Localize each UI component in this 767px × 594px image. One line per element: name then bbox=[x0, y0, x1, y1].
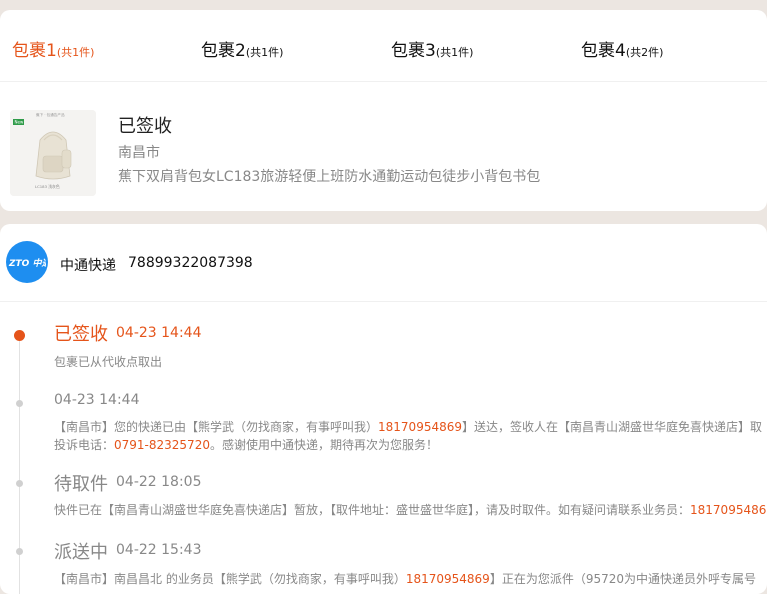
event-desc: 【南昌市】南昌昌北 的业务员【熊学武（勿找商家，有事呼叫我）1817095486… bbox=[54, 569, 756, 589]
desc-text: 】送达，签收人在【南昌青山湖盛世华庭免喜快递店】取 bbox=[462, 420, 763, 434]
event-desc: 包裹已从代收点取出 bbox=[54, 352, 162, 372]
carrier-name: 中通快递 bbox=[60, 258, 116, 274]
thumb-caption-top: 蕉下 · 包通告产品 bbox=[36, 112, 65, 117]
top-strip bbox=[0, 0, 767, 10]
package-tabs: 包裹1(共1件) 包裹2(共1件) 包裹3(共1件) 包裹4(共2件) bbox=[0, 10, 767, 82]
tab-count: (共2件) bbox=[625, 46, 664, 59]
timeline-dot bbox=[16, 400, 23, 407]
timeline-dot bbox=[16, 480, 23, 487]
backpack-image: New 蕉下 · 包通告产品 LC183 浅灰色 bbox=[10, 110, 96, 196]
tab-package-3[interactable]: 包裹3(共1件) bbox=[391, 36, 473, 61]
tab-label: 包裹1 bbox=[12, 41, 57, 61]
desc-text: 】正在为您派件（95720为中通快递员外呼专属号 bbox=[489, 572, 756, 586]
event-status: 已签收 bbox=[54, 324, 108, 345]
desc-text: 。感谢使用中通快递，期待再次为您服务！ bbox=[209, 438, 438, 452]
event-desc: 【南昌市】您的快递已由【熊学武（勿找商家，有事呼叫我）18170954869】送… bbox=[54, 417, 762, 437]
logistics-card: ZTO 中通快递 中通快递 78899322087398 已签收 04-23 1… bbox=[0, 224, 767, 594]
courier-phone[interactable]: 18170954869 bbox=[378, 420, 462, 434]
desc-text: 投诉电话： bbox=[54, 438, 115, 452]
desc-text: 【南昌市】您的快递已由【熊学武（勿找商家，有事呼叫我） bbox=[54, 420, 379, 434]
thumb-caption-bottom: LC183 浅灰色 bbox=[35, 184, 60, 189]
carrier-row: ZTO 中通快递 中通快递 78899322087398 bbox=[0, 224, 767, 302]
event-desc: 快件已在【南昌青山湖盛世华庭免喜快递店】暂放，【取件地址：盛世盛世华庭】，请及时… bbox=[54, 500, 767, 520]
tracking-number[interactable]: 78899322087398 bbox=[128, 255, 253, 271]
event-time: 04-23 14:44 bbox=[116, 325, 202, 341]
event-status: 待取件 bbox=[54, 474, 108, 495]
event-time: 04-22 15:43 bbox=[116, 542, 202, 558]
courier-phone[interactable]: 18170954869 bbox=[406, 572, 490, 586]
timeline-line bbox=[19, 334, 20, 594]
logo-text: ZTO 中通快递 bbox=[8, 258, 46, 269]
delivery-city: 南昌市 bbox=[118, 145, 160, 161]
product-name[interactable]: 蕉下双肩背包女LC183旅游轻便上班防水通勤运动包徒步小背包书包 bbox=[118, 166, 540, 186]
timeline-dot bbox=[16, 548, 23, 555]
event-desc-line2: 投诉电话：0791-82325720。感谢使用中通快递，期待再次为您服务！ bbox=[54, 435, 438, 455]
event-time: 04-23 14:44 bbox=[54, 392, 140, 408]
tab-label: 包裹2 bbox=[201, 41, 246, 61]
package-card: 包裹1(共1件) 包裹2(共1件) 包裹3(共1件) 包裹4(共2件) New … bbox=[0, 10, 767, 211]
event-status: 派送中 bbox=[54, 542, 108, 563]
product-row[interactable]: New 蕉下 · 包通告产品 LC183 浅灰色 已签收 南昌市 蕉下双肩背包女… bbox=[0, 82, 767, 210]
tab-count: (共1件) bbox=[435, 46, 474, 59]
tab-package-4[interactable]: 包裹4(共2件) bbox=[581, 36, 663, 61]
desc-text: 包裹已从代收点取出 bbox=[54, 355, 163, 369]
timeline-dot-active bbox=[14, 330, 25, 341]
tab-count: (共1件) bbox=[245, 46, 284, 59]
delivery-status: 已签收 bbox=[118, 116, 172, 137]
event-time: 04-22 18:05 bbox=[116, 474, 202, 490]
tab-count: (共1件) bbox=[56, 46, 95, 59]
product-thumbnail[interactable]: New 蕉下 · 包通告产品 LC183 浅灰色 bbox=[10, 110, 96, 196]
tab-package-1[interactable]: 包裹1(共1件) bbox=[12, 36, 94, 61]
tab-label: 包裹4 bbox=[581, 41, 626, 61]
tab-package-2[interactable]: 包裹2(共1件) bbox=[201, 36, 283, 61]
zto-logo-icon: ZTO 中通快递 bbox=[6, 241, 48, 283]
tab-label: 包裹3 bbox=[391, 41, 436, 61]
complaint-phone[interactable]: 0791-82325720 bbox=[114, 438, 210, 452]
desc-text: 【南昌市】南昌昌北 的业务员【熊学武（勿找商家，有事呼叫我） bbox=[54, 572, 406, 586]
thumb-badge: New bbox=[15, 120, 24, 125]
courier-phone[interactable]: 18170954869 bbox=[690, 503, 767, 517]
desc-text: 快件已在【南昌青山湖盛世华庭免喜快递店】暂放，【取件地址：盛世盛世华庭】，请及时… bbox=[54, 503, 691, 517]
